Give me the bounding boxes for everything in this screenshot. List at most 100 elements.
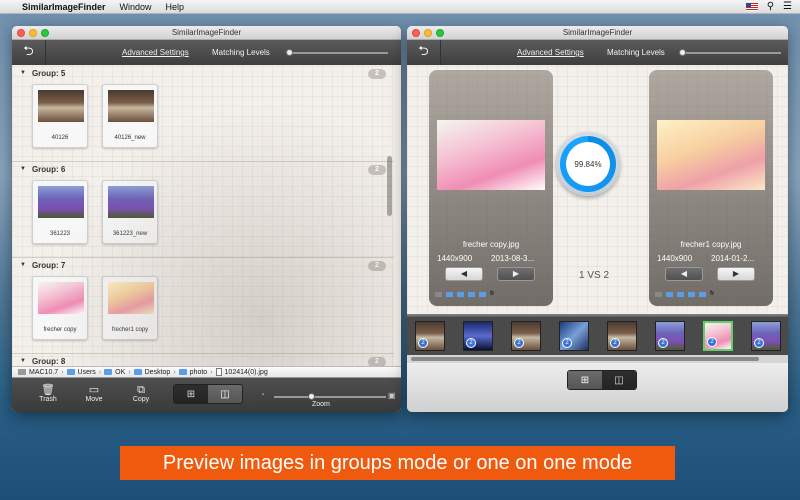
zoom-button[interactable] xyxy=(436,29,444,37)
group-header[interactable]: ▼ Group: 7 xyxy=(12,258,394,272)
menu-window[interactable]: Window xyxy=(120,2,152,12)
strip-thumbnail[interactable]: 2 xyxy=(655,321,685,351)
strip-thumbnail[interactable]: 2 xyxy=(511,321,541,351)
image-card[interactable]: 40126 xyxy=(32,84,88,148)
copy-button[interactable]: ⧉ Copy xyxy=(125,384,157,403)
move-button[interactable]: ▭ Move xyxy=(78,384,110,403)
left-image-preview[interactable] xyxy=(437,120,545,190)
folder-icon xyxy=(104,369,113,375)
strip-thumbnail-selected[interactable]: 2 xyxy=(703,321,733,351)
group-label: Group: 5 xyxy=(31,68,66,78)
matching-levels-slider[interactable] xyxy=(286,49,388,56)
us-flag-icon[interactable] xyxy=(745,2,758,11)
menu-app-name[interactable]: SimilarImageFinder xyxy=(22,2,106,12)
matching-levels-label: Matching Levels xyxy=(212,48,270,57)
path-segment[interactable]: OK xyxy=(115,369,125,376)
strip-thumbnail[interactable]: 2 xyxy=(607,321,637,351)
path-segment[interactable]: MAC10.7 xyxy=(29,369,58,376)
strip-thumbnail[interactable]: 2 xyxy=(463,321,493,351)
path-separator: › xyxy=(128,368,131,376)
folder-icon xyxy=(468,291,475,297)
trash-label: Trash xyxy=(39,396,57,403)
thumbnail[interactable] xyxy=(38,90,84,122)
hard-drive-icon xyxy=(18,369,26,375)
menu-help[interactable]: Help xyxy=(166,2,185,12)
minimize-button[interactable] xyxy=(29,29,37,37)
compare-view-button[interactable]: ◫ xyxy=(602,371,636,389)
title-bar: SimilarImageFinder xyxy=(12,26,401,40)
right-image-panel: frecher1 copy.jpg 1440x900 2014-01-2... … xyxy=(649,70,773,306)
path-segment[interactable]: photo xyxy=(190,369,208,376)
path-segment[interactable]: 102414(0).jpg xyxy=(225,369,268,376)
group-header[interactable]: ▼ Group: 5 xyxy=(12,66,394,80)
minimize-button[interactable] xyxy=(424,29,432,37)
right-image-preview[interactable] xyxy=(657,120,765,190)
back-button[interactable]: ⮌ xyxy=(407,40,441,65)
close-button[interactable] xyxy=(412,29,420,37)
strip-thumbnail[interactable]: 2 xyxy=(559,321,589,351)
group-header[interactable]: ▼ Group: 8 xyxy=(12,354,394,366)
path-segment[interactable]: Desktop xyxy=(145,369,171,376)
next-button[interactable]: ▶ xyxy=(717,267,755,281)
thumbnail[interactable] xyxy=(38,186,84,218)
scrollbar-thumb[interactable] xyxy=(411,357,759,361)
zoom-slider[interactable] xyxy=(274,393,386,400)
thumbnail[interactable] xyxy=(108,186,154,218)
group-count-badge: 2 xyxy=(368,261,386,271)
prev-button[interactable]: ◀ xyxy=(445,267,483,281)
strip-thumbnail[interactable]: 2 xyxy=(415,321,445,351)
image-card[interactable]: 361223_new xyxy=(102,180,158,244)
disclosure-triangle-icon[interactable]: ▼ xyxy=(20,166,26,172)
path-segment[interactable]: Users xyxy=(78,369,96,376)
image-card[interactable]: 40126_new xyxy=(102,84,158,148)
right-image-path: fr xyxy=(655,289,767,299)
zoom-slider-knob[interactable] xyxy=(308,393,315,400)
copy-label: Copy xyxy=(132,396,150,403)
grid-view-button[interactable]: ⊞ xyxy=(568,371,602,389)
next-button[interactable]: ▶ xyxy=(497,267,535,281)
thumbnail[interactable] xyxy=(38,282,84,314)
right-arrow-icon: ▶ xyxy=(732,269,740,278)
group-header[interactable]: ▼ Group: 6 xyxy=(12,162,394,176)
prev-button[interactable]: ◀ xyxy=(665,267,703,281)
move-label: Move xyxy=(85,396,103,403)
trash-button[interactable]: 🗑 Trash xyxy=(32,384,64,403)
zoom-large-icon: ▣ xyxy=(388,391,396,400)
vertical-scrollbar[interactable] xyxy=(387,156,392,216)
image-card[interactable]: frecher1 copy xyxy=(102,276,158,340)
disclosure-triangle-icon[interactable]: ▼ xyxy=(20,70,26,76)
left-arrow-icon: ◀ xyxy=(680,269,688,278)
horizontal-scrollbar[interactable] xyxy=(407,355,788,363)
left-image-path: fr xyxy=(435,289,547,299)
back-button[interactable]: ⮌ xyxy=(12,40,46,65)
strip-thumbnail[interactable]: 2 xyxy=(751,321,781,351)
image-card[interactable]: frecher copy xyxy=(32,276,88,340)
count-badge: 2 xyxy=(707,337,717,347)
group-label: Group: 7 xyxy=(31,260,66,270)
advanced-settings-link[interactable]: Advanced Settings xyxy=(122,48,189,57)
advanced-settings-link[interactable]: Advanced Settings xyxy=(517,48,584,57)
close-button[interactable] xyxy=(17,29,25,37)
matching-levels-slider[interactable] xyxy=(679,49,781,56)
title-bar: SimilarImageFinder xyxy=(407,26,788,40)
image-card[interactable]: 361223 xyxy=(32,180,88,244)
path-separator: › xyxy=(173,368,176,376)
left-image-filename: frecher copy.jpg xyxy=(462,240,520,249)
disclosure-triangle-icon[interactable]: ▼ xyxy=(20,358,26,364)
disclosure-triangle-icon[interactable]: ▼ xyxy=(20,262,26,268)
path-bar: MAC10.7 › Users › OK › Desktop › photo › 1024… xyxy=(12,366,401,378)
zoom-button[interactable] xyxy=(41,29,49,37)
slider-knob[interactable] xyxy=(286,49,293,56)
slider-knob[interactable] xyxy=(679,49,686,56)
thumbnail[interactable] xyxy=(108,282,154,314)
thumbnail[interactable] xyxy=(108,90,154,122)
grid-view-button[interactable]: ⊞ xyxy=(174,385,208,403)
search-icon[interactable]: ⚲ xyxy=(767,1,774,12)
group-list: ▼ Group: 5 2 40126 40126_new ▼ Group: 6 2 … xyxy=(12,66,394,366)
similarity-gauge: 99.84% xyxy=(556,132,620,196)
folder-icon xyxy=(699,291,706,297)
image-name: frecher copy xyxy=(43,327,77,333)
hard-drive-icon xyxy=(655,291,662,297)
compare-view-button[interactable]: ◫ xyxy=(208,385,242,403)
list-icon[interactable]: ☰ xyxy=(783,1,792,12)
